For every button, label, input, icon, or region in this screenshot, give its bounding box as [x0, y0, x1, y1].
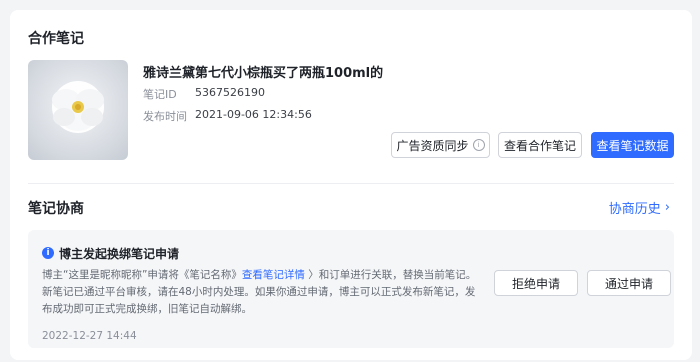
chevron-right-icon: › [664, 200, 670, 215]
request-text-before: 博主“这里是昵称昵称”申请将《笔记名称》 [42, 269, 242, 281]
view-collab-note-button[interactable]: 查看合作笔记 [498, 132, 582, 158]
negotiation-section-title: 笔记协商 [28, 201, 84, 217]
reject-request-button[interactable]: 拒绝申请 [494, 270, 578, 296]
view-note-details-link[interactable]: 查看笔记详情 [242, 269, 305, 281]
publish-time-value: 2021-09-06 12:34:56 [195, 108, 312, 121]
history-label: 协商历史 [608, 202, 661, 217]
request-title: 博主发起换绑笔记申请 [59, 247, 180, 261]
request-description: 博主“这里是昵称昵称”申请将《笔记名称》查看笔记详情 〉和订单进行关联，替换当前… [42, 267, 478, 318]
flower-image [52, 81, 104, 133]
swap-request-panel: i 博主发起换绑笔记申请 博主“这里是昵称昵称”申请将《笔记名称》查看笔记详情 … [28, 230, 674, 348]
request-timestamp: 2022-12-27 14:44 [42, 330, 137, 342]
help-circle-icon[interactable]: i [472, 139, 485, 151]
section-divider [28, 183, 674, 184]
ad-sync-label: 广告资质同步 [396, 138, 469, 153]
collab-card: 合作笔记 雅诗兰黛第七代小棕瓶买了两瓶100ml的 笔记ID 536752619… [10, 10, 692, 360]
view-note-data-button[interactable]: 查看笔记数据 [591, 132, 674, 158]
approve-request-button[interactable]: 通过申请 [587, 270, 671, 296]
note-title: 雅诗兰黛第七代小棕瓶买了两瓶100ml的 [143, 66, 384, 81]
ad-qualification-sync-button[interactable]: 广告资质同步 i [391, 132, 490, 158]
note-thumbnail[interactable] [28, 60, 128, 160]
info-icon: i [42, 247, 54, 259]
note-id-label: 笔记ID [143, 88, 177, 101]
negotiation-history-link[interactable]: 协商历史 › [609, 198, 670, 217]
publish-time-label: 发布时间 [143, 110, 187, 123]
collab-note-section-title: 合作笔记 [28, 31, 84, 47]
note-id-value: 5367526190 [195, 86, 265, 99]
